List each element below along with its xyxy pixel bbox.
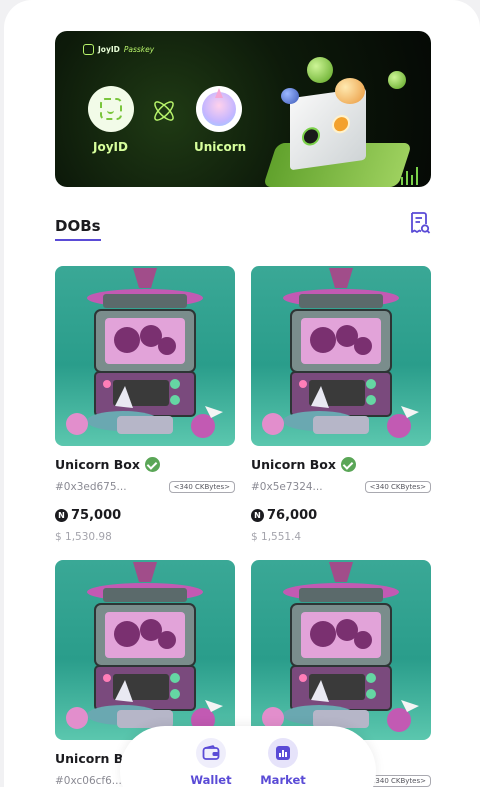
unicorn-box-machine-image xyxy=(66,268,223,438)
dob-card[interactable]: Unicorn Box #0x5e7324... <340 CKBytes> N… xyxy=(251,266,431,543)
ckb-coin-icon: N xyxy=(251,509,264,522)
token-graphic xyxy=(281,88,299,104)
promo-banner[interactable]: JoyID Passkey JoyID Unicorn xyxy=(55,31,431,187)
card-usd-price: $ 1,530.98 xyxy=(55,531,112,543)
card-capacity-badge: <340 CKBytes> xyxy=(168,481,235,493)
card-token-id: #0x5e7324... xyxy=(251,481,323,493)
card-image xyxy=(55,560,235,740)
card-token-id: #0xc06cf6... xyxy=(55,775,122,787)
token-graphic xyxy=(335,78,365,104)
card-price: N 76,000 xyxy=(251,508,317,523)
market-chart-icon xyxy=(268,738,298,768)
dob-card[interactable]: Unicorn Box #0xc06cf6... xyxy=(55,560,235,787)
verified-badge-icon xyxy=(144,457,160,472)
unicorn-box-machine-image xyxy=(66,562,223,732)
verified-badge-icon xyxy=(340,457,356,472)
ckb-coin-icon: N xyxy=(55,509,68,522)
app-panel: JoyID Passkey JoyID Unicorn DOBs Unicorn… xyxy=(4,0,480,787)
cross-icon xyxy=(154,101,174,121)
joyid-logo-icon xyxy=(83,44,94,55)
unicorn-box-machine-image xyxy=(262,268,419,438)
banner-joyid-label: JoyID xyxy=(93,140,128,154)
nav-market-label: Market xyxy=(260,773,306,787)
nav-wallet[interactable]: Wallet xyxy=(181,738,241,787)
dob-card[interactable]: <340 CKBytes> xyxy=(251,560,431,787)
joyid-coin-icon xyxy=(88,86,134,132)
banner-unicorn-label: Unicorn xyxy=(194,140,247,154)
unicorn-box-machine-image xyxy=(262,562,419,732)
card-token-id: #0x3ed675... xyxy=(55,481,127,493)
wallet-icon xyxy=(196,738,226,768)
card-price: N 75,000 xyxy=(55,508,121,523)
nav-wallet-label: Wallet xyxy=(190,773,232,787)
bottom-navigation: Wallet Market xyxy=(120,726,376,787)
bars-graphic xyxy=(401,165,425,185)
token-graphic xyxy=(388,71,406,89)
banner-brand: JoyID Passkey xyxy=(83,44,154,55)
card-title: Unicorn Box xyxy=(251,457,356,472)
banner-brand-sub: Passkey xyxy=(123,45,155,54)
token-graphic xyxy=(307,57,333,83)
banner-brand-name: JoyID xyxy=(98,45,120,54)
card-image xyxy=(251,560,431,740)
dob-card[interactable]: Unicorn Box #0x3ed675... <340 CKBytes> N… xyxy=(55,266,235,543)
card-image xyxy=(55,266,235,446)
card-capacity-badge: <340 CKBytes> xyxy=(364,481,431,493)
card-image xyxy=(251,266,431,446)
card-usd-price: $ 1,551.4 xyxy=(251,531,302,543)
section-tabs: DOBs xyxy=(55,216,101,241)
nav-market[interactable]: Market xyxy=(253,738,313,787)
card-title: Unicorn Box xyxy=(55,457,160,472)
tab-dobs[interactable]: DOBs xyxy=(55,217,101,241)
unicorn-coin-icon xyxy=(196,86,242,132)
activity-receipt-icon[interactable] xyxy=(409,211,431,235)
